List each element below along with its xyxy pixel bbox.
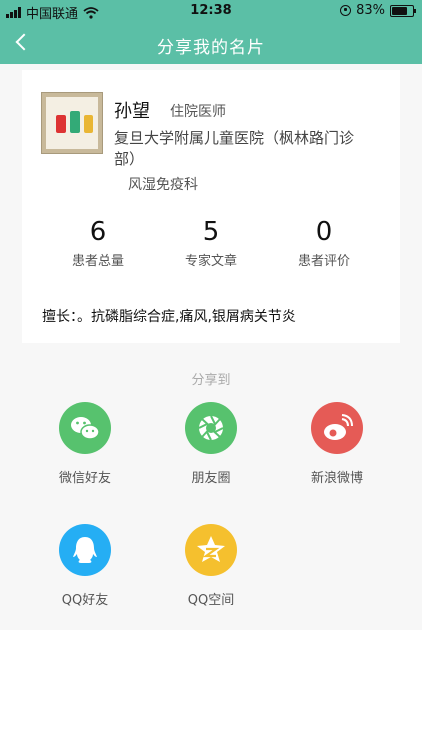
hospital-name: 复旦大学附属儿童医院（枫林路门诊部）	[114, 129, 355, 168]
share-title: 分享到	[191, 373, 231, 388]
battery-percent: 83%	[356, 3, 385, 18]
share-label: 新浪微博	[310, 471, 363, 486]
page-title: 分享我的名片	[157, 38, 265, 58]
stat-value: 5	[202, 217, 220, 247]
department-name: 风湿免疫科	[128, 177, 198, 193]
share-wechat-button[interactable]: 微信好友	[35, 402, 135, 486]
weibo-icon	[311, 402, 363, 454]
share-qq-button[interactable]: QQ好友	[35, 524, 135, 608]
doctor-title: 住院医师	[170, 104, 226, 120]
battery-fill	[392, 6, 407, 15]
avatar	[41, 92, 103, 154]
stat-value: 6	[89, 217, 107, 247]
qzone-icon	[185, 524, 237, 576]
stat-articles: 5 专家文章	[161, 218, 261, 269]
moments-icon	[185, 402, 237, 454]
avatar-image	[46, 97, 98, 149]
share-label: QQ好友	[61, 593, 109, 608]
specialty-text: 擅长：。抗磷脂综合症,痛风,银屑病关节炎	[42, 309, 296, 325]
share-qzone-button[interactable]: QQ空间	[161, 524, 261, 608]
stat-patients: 6 患者总量	[48, 218, 148, 269]
wechat-icon	[59, 402, 111, 454]
share-weibo-button[interactable]: 新浪微博	[287, 402, 387, 486]
share-label: QQ空间	[187, 593, 235, 608]
stat-label: 患者评价	[297, 254, 350, 269]
status-right: 83%	[340, 3, 416, 18]
qq-icon	[59, 524, 111, 576]
nav-bar: 分享我的名片	[0, 22, 422, 64]
share-label: 微信好友	[58, 471, 111, 486]
stat-reviews: 0 患者评价	[274, 218, 374, 269]
stat-label: 专家文章	[184, 254, 237, 269]
stat-label: 患者总量	[71, 254, 124, 269]
battery-icon	[390, 4, 416, 17]
share-moments-button[interactable]: 朋友圈	[161, 402, 261, 486]
orientation-lock-icon	[340, 5, 352, 16]
doctor-name: 孙望	[114, 101, 150, 122]
stat-value: 0	[315, 217, 333, 247]
status-bar: 中国联通 12:38 83%	[0, 0, 422, 22]
share-label: 朋友圈	[191, 471, 231, 486]
